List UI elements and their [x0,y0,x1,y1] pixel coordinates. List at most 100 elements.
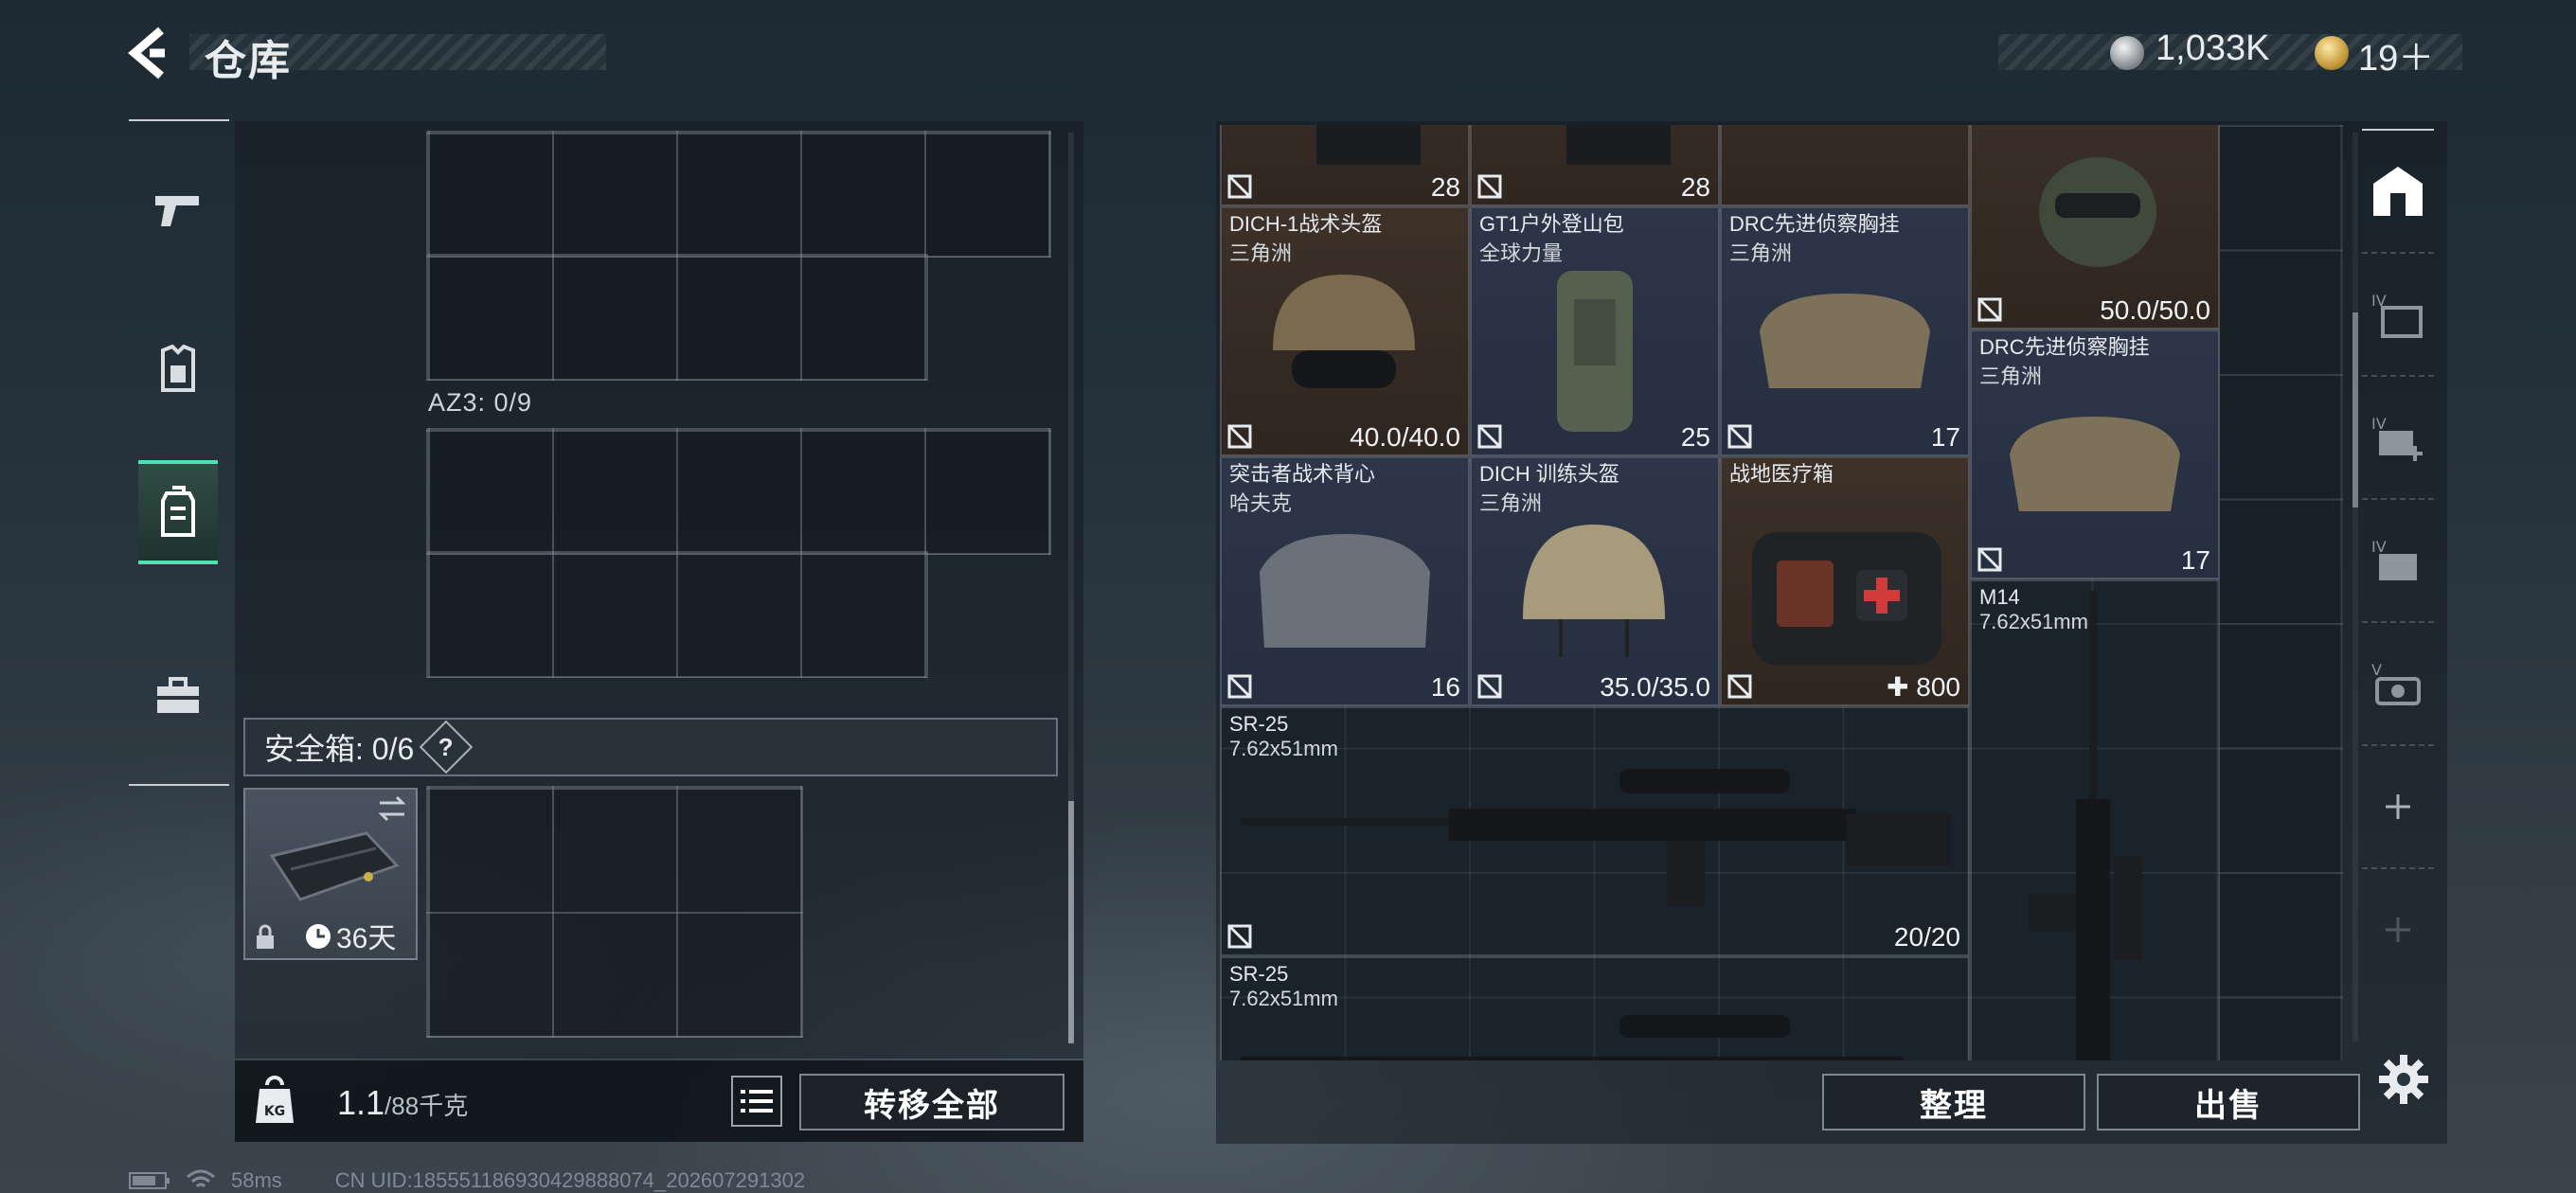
weight-value: 1.1 [337,1083,385,1122]
stash-item-vest-top-1[interactable]: 28 [1220,125,1470,206]
svg-text:IV: IV [2371,538,2387,556]
item-name: DICH 训练头盔 [1479,462,1619,486]
help-glyph: ? [438,732,455,761]
armor-icon [161,345,195,392]
stash-item-vest-top-2[interactable]: 28 [1470,125,1720,206]
sell-button[interactable]: 出售 [2097,1074,2360,1131]
item-value: 20/20 [1893,922,1960,952]
safebox-case-icon [269,831,400,901]
svg-text:KG: KG [264,1104,285,1119]
left-scrollbar-thumb[interactable] [1068,801,1074,1043]
silver-currency-amount: 1,033K [2156,28,2270,68]
stash-item-drc-rig[interactable]: DRC先进侦察胸挂 三角洲 17 [1720,206,1970,456]
storage-iv-add-icon: IV [2371,415,2423,461]
status-bar: 58ms CN UID:18555118693042988807​4_20260… [129,1168,805,1193]
item-sub: 三角洲 [1229,241,1293,265]
backpack-image [1557,271,1633,432]
item-value: 28 [1430,172,1460,202]
no-insure-icon [1227,424,1252,449]
transfer-all-button[interactable]: 转移全部 [799,1074,1064,1131]
stash-item-sr25-2[interactable]: SR-25 7.62x51mm [1220,956,1970,1060]
uid-text: CN UID:18555118693042988807​4_2026072913… [334,1168,806,1192]
item-value: 17 [2180,545,2210,575]
item-value: 35.0/35.0 [1600,672,1710,702]
no-insure-icon [1227,674,1252,699]
item-value: ✚ 800 [1887,672,1960,702]
stash-item-drc-rig-2[interactable]: DRC先进侦察胸挂 三角洲 17 [1970,329,2220,579]
tab-armor[interactable] [138,318,218,422]
item-value: 25 [1680,422,1710,452]
tab-stash-iv-add[interactable]: IV [2362,375,2434,498]
tab-stash-add-2[interactable] [2362,867,2434,990]
chest-rig-image [1760,294,1930,388]
stash-grid[interactable]: 28 28 50.0/50.0 DICH-1战术头盔 三角洲 40.0/40.0… [1220,125,2343,1060]
item-sub: 三角洲 [1729,241,1793,265]
stash-item-top-3[interactable] [1720,125,1970,206]
helmet-image [1273,275,1415,388]
back-arrow-icon[interactable] [123,25,180,81]
weight-max: /88千克 [385,1092,469,1120]
stash-item-sr25-1[interactable]: SR-25 7.62x51mm 20/20 [1220,706,1970,956]
stash-item-dich1-helmet[interactable]: DICH-1战术头盔 三角洲 40.0/40.0 [1220,206,1470,456]
pistol-icon [155,196,199,226]
item-value: 50.0/50.0 [2100,295,2210,325]
no-insure-icon [1477,424,1502,449]
item-name: SR-25 [1229,712,1289,736]
medkit-image [1752,532,1941,665]
settings-gear-icon[interactable] [2377,1053,2430,1106]
tab-stash-v[interactable]: V [2362,621,2434,744]
stash-item-dich-training-helmet[interactable]: DICH 训练头盔 三角洲 35.0/35.0 [1470,456,1720,706]
safebox-capacity-label: 安全箱: 0/6 [264,732,415,766]
stash-scrollbar-thumb[interactable] [2352,312,2358,507]
container-grid-top[interactable] [426,131,1051,258]
home-icon [2373,167,2423,216]
no-insure-icon [1727,674,1752,699]
help-icon[interactable]: ? [419,720,474,775]
safebox-item[interactable]: 36天 [243,788,418,960]
tab-stash-iv[interactable]: IV [2362,252,2434,375]
storage-iv-tag-icon: IV [2371,538,2417,580]
backpack-icon [161,486,195,537]
rifle-image-vertical [2029,591,2142,1060]
clock-icon [306,924,331,949]
stash-item-assault-vest[interactable]: 突击者战术背心 哈夫克 16 [1220,456,1470,706]
no-insure-icon [1727,424,1752,449]
sort-button[interactable]: 整理 [1822,1074,2085,1131]
stash-scrollbar-track[interactable] [2352,133,2358,1042]
helmet-image [2039,157,2156,267]
wifi-icon [187,1169,215,1188]
tab-stash-add-1[interactable] [2362,744,2434,867]
container-grid-az3[interactable] [426,428,1051,555]
stash-item-field-medkit[interactable]: 战地医疗箱 ✚ 800 [1720,456,1970,706]
storage-iv-icon: IV [2371,292,2423,338]
no-insure-icon [1977,297,2002,322]
container-grid-az3-2[interactable] [426,551,928,678]
storage-v-icon: V [2371,661,2421,705]
tab-stash-iv-tag[interactable]: IV [2362,498,2434,621]
helmet-image [1523,525,1665,657]
no-insure-icon [1977,547,2002,572]
item-name: DRC先进侦察胸挂 [1729,212,1900,236]
stash-item-m14[interactable]: M14 7.62x51mm [1970,579,2220,1060]
tab-weapons[interactable] [138,157,218,261]
lock-icon [257,924,274,949]
item-name: 突击者战术背心 [1229,462,1376,486]
container-capacity-label: AZ3: 0/9 [428,388,533,417]
safebox-grid[interactable] [426,786,803,1038]
tab-stash-home[interactable] [2362,129,2434,252]
weight-readout: 1.1/88千克 [337,1083,468,1123]
gold-coin-icon [2315,36,2349,70]
item-sub: 7.62x51mm [1229,737,1338,760]
item-sub: 三角洲 [1979,365,2043,388]
tab-case[interactable] [138,644,218,748]
stash-item-gt1-backpack[interactable]: GT1户外登山包 全球力量 25 [1470,206,1720,456]
list-view-button[interactable] [731,1076,782,1127]
page-title: 仓库 [205,38,292,84]
tab-backpack[interactable] [138,460,218,564]
ping-text: 58ms [231,1168,282,1192]
stash-item-helmet-mask[interactable]: 50.0/50.0 [1970,125,2220,329]
container-grid-top-2[interactable] [426,254,928,381]
gold-currency-amount[interactable]: 19＋ [2358,28,2434,80]
vest-image [1260,534,1430,648]
swap-icon[interactable] [376,795,408,822]
